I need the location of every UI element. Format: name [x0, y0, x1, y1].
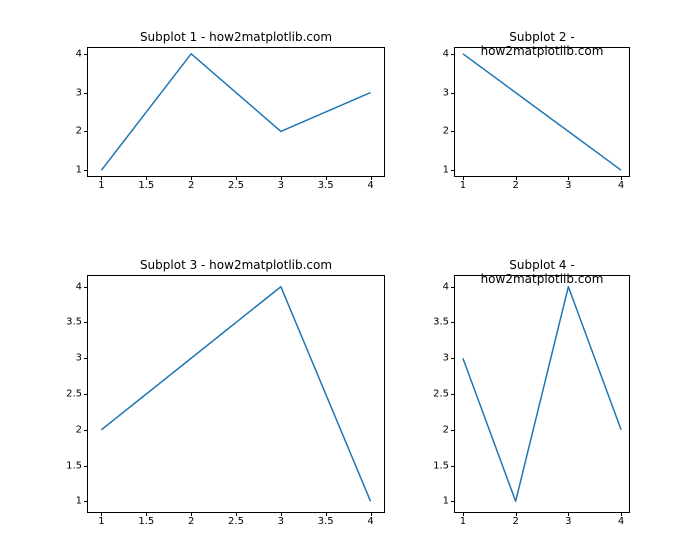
y-tick-label: 3 — [443, 353, 455, 364]
x-tick-label: 1.5 — [138, 176, 154, 191]
x-tick-label: 2 — [512, 512, 518, 527]
x-tick-label: 1 — [98, 176, 104, 191]
x-tick-label: 4 — [367, 176, 373, 191]
x-tick-label: 3 — [565, 512, 571, 527]
y-tick-label: 2 — [76, 424, 88, 435]
y-tick-label: 2 — [76, 126, 88, 137]
y-tick-label: 3 — [443, 87, 455, 98]
y-tick-label: 2.5 — [433, 389, 455, 400]
figure: Subplot 1 - how2matplotlib.com 1 2 3 4 1 1.5 2… — [0, 0, 700, 560]
x-tick-label: 2 — [188, 512, 194, 527]
y-tick-label: 4 — [76, 281, 88, 292]
y-tick-label: 1.5 — [433, 460, 455, 471]
y-tick-label: 4 — [443, 48, 455, 59]
subplot-1-line — [88, 48, 384, 176]
x-tick-label: 1.5 — [138, 512, 154, 527]
subplot-3-title: Subplot 3 - how2matplotlib.com — [88, 258, 384, 272]
subplot-3: Subplot 3 - how2matplotlib.com 11.522.53… — [87, 275, 385, 513]
subplot-1-title: Subplot 1 - how2matplotlib.com — [88, 30, 384, 44]
x-tick-label: 4 — [618, 176, 624, 191]
x-tick-label: 4 — [618, 512, 624, 527]
y-tick-label: 2 — [443, 126, 455, 137]
y-tick-label: 3.5 — [66, 317, 88, 328]
y-tick-label: 3 — [76, 87, 88, 98]
subplot-1: Subplot 1 - how2matplotlib.com 123411.52… — [87, 47, 385, 177]
x-tick-label: 1 — [98, 512, 104, 527]
x-tick-label: 2.5 — [228, 512, 244, 527]
subplot-3-line — [88, 276, 384, 512]
y-tick-label: 1 — [443, 165, 455, 176]
x-tick-label: 1 — [460, 176, 466, 191]
subplot-2-line — [455, 48, 629, 176]
subplot-2: Subplot 2 - how2matplotlib.com 12341234 — [454, 47, 630, 177]
x-tick-label: 3.5 — [318, 512, 334, 527]
subplot-4: Subplot 4 - how2matplotlib.com 11.522.53… — [454, 275, 630, 513]
y-tick-label: 3 — [76, 353, 88, 364]
y-tick-label: 1 — [76, 165, 88, 176]
y-tick-label: 2.5 — [66, 389, 88, 400]
y-tick-label: 3.5 — [433, 317, 455, 328]
subplot-4-line — [455, 276, 629, 512]
x-tick-label: 4 — [367, 512, 373, 527]
y-tick-label: 1.5 — [66, 460, 88, 471]
y-tick-label: 1 — [76, 496, 88, 507]
x-tick-label: 2 — [512, 176, 518, 191]
y-tick-label: 4 — [443, 281, 455, 292]
x-tick-label: 3 — [565, 176, 571, 191]
x-tick-label: 2 — [188, 176, 194, 191]
y-tick-label: 4 — [76, 48, 88, 59]
y-tick-label: 2 — [443, 424, 455, 435]
x-tick-label: 3 — [278, 512, 284, 527]
y-tick-label: 1 — [443, 496, 455, 507]
x-tick-label: 3.5 — [318, 176, 334, 191]
x-tick-label: 2.5 — [228, 176, 244, 191]
x-tick-label: 3 — [278, 176, 284, 191]
x-tick-label: 1 — [460, 512, 466, 527]
